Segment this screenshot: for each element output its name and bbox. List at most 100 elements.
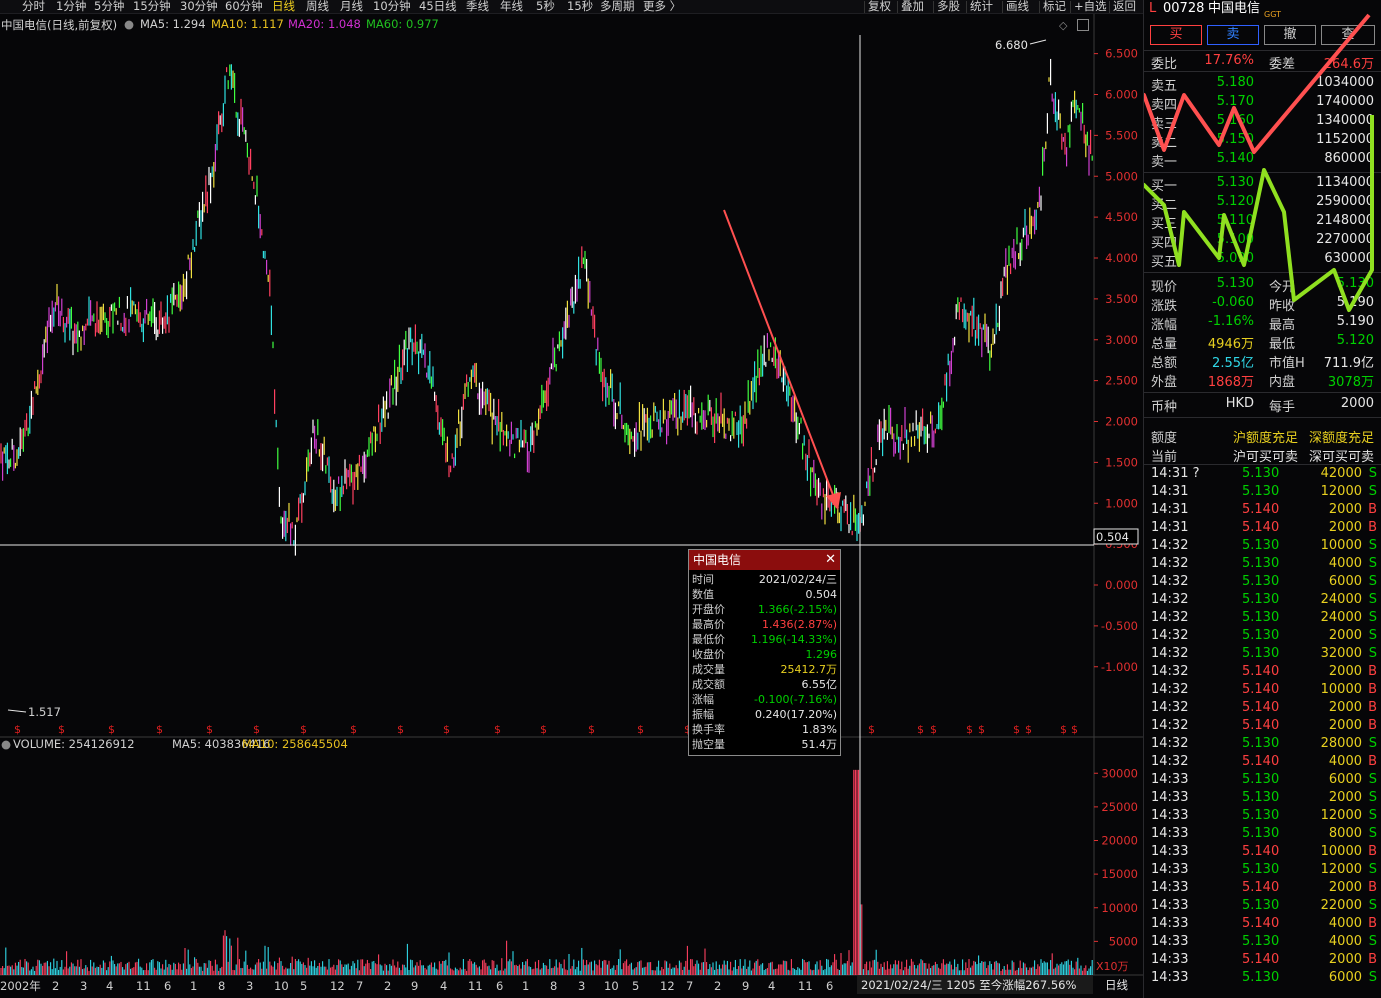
tick-time: 14:32: [1151, 538, 1189, 553]
tick-side: B: [1368, 880, 1377, 895]
tick-row: 14:32 5.130 28000 S: [1144, 735, 1381, 753]
quota-sh: 沪额度充足: [1232, 431, 1298, 446]
bid-price[interactable]: 5.130: [1198, 175, 1254, 190]
quote-title: L 00728 中国电信 GGT: [1144, 0, 1381, 20]
time-tick: 8: [550, 979, 557, 993]
bid-label: 买三: [1151, 217, 1178, 232]
buy-button[interactable]: 买: [1150, 25, 1202, 45]
tick-volume: 2000: [1328, 700, 1362, 715]
trend-arrow[interactable]: [723, 209, 839, 509]
ask-label: 卖五: [1151, 79, 1178, 94]
tick-price: 5.130: [1242, 826, 1280, 841]
tick-volume: 2000: [1328, 502, 1362, 517]
tick-price: 5.130: [1242, 538, 1280, 553]
time-tick: 12: [660, 979, 675, 993]
ratio-value: 17.76%: [1204, 53, 1254, 68]
close-icon[interactable]: ✕: [825, 550, 836, 570]
quota-sz: 深额度充足: [1308, 431, 1374, 446]
tick-time: 14:33: [1151, 916, 1189, 931]
bid-price[interactable]: 5.110: [1198, 213, 1254, 228]
dividend-marker: $: [494, 723, 501, 736]
tick-price: 5.140: [1242, 502, 1280, 517]
tooltip-title: 中国电信: [693, 553, 742, 567]
ask-price[interactable]: 5.160: [1198, 113, 1254, 128]
tick-price: 5.140: [1242, 844, 1280, 859]
tick-side: S: [1368, 610, 1377, 625]
tick-side: B: [1368, 718, 1377, 733]
stat-value: 3078万: [1327, 375, 1374, 390]
tick-price: 5.140: [1242, 754, 1280, 769]
sell-button[interactable]: 卖: [1207, 25, 1259, 45]
tick-price: 5.130: [1242, 772, 1280, 787]
tick-row: 14:32 5.140 10000 B: [1144, 681, 1381, 699]
ask-price[interactable]: 5.140: [1198, 151, 1254, 166]
tick-price: 5.140: [1242, 718, 1280, 733]
tooltip-key: 最高价: [692, 618, 725, 631]
tick-row: 14:33 5.140 10000 B: [1144, 843, 1381, 861]
tooltip-key: 最低价: [692, 633, 725, 646]
currency-value: HKD: [1225, 396, 1254, 411]
tick-price: 5.140: [1242, 520, 1280, 535]
stat-value: 5.190: [1336, 314, 1374, 329]
tick-row: 14:32 5.130 4000 S: [1144, 555, 1381, 573]
tick-row: 14:32 5.140 2000 B: [1144, 717, 1381, 735]
tick-side: S: [1368, 628, 1377, 643]
tooltip-value: 1.366(-2.15%): [758, 603, 837, 616]
price-tick: 3.000: [1105, 333, 1138, 347]
tick-time: 14:32: [1151, 736, 1189, 751]
tick-side: B: [1368, 916, 1377, 931]
dividend-marker: $: [350, 723, 357, 736]
period-label: 日线: [1105, 978, 1128, 992]
volume-tick: 25000: [1101, 800, 1138, 814]
tick-time: 14:32: [1151, 646, 1189, 661]
tick-time: 14:32: [1151, 718, 1189, 733]
cancel-order-button[interactable]: 撤: [1264, 25, 1316, 45]
dividend-marker: $: [206, 723, 213, 736]
tooltip-header: 中国电信 ✕: [689, 550, 840, 570]
time-tick: 12: [330, 979, 345, 993]
bid-price[interactable]: 5.100: [1198, 232, 1254, 247]
ask-price[interactable]: 5.150: [1198, 132, 1254, 147]
tick-volume: 8000: [1328, 826, 1362, 841]
volume-tick: 30000: [1101, 766, 1138, 780]
stat-label: 涨幅: [1151, 318, 1178, 333]
time-tick: 3: [246, 979, 253, 993]
tick-price: 5.130: [1242, 466, 1280, 481]
volume-unit: X10万: [1096, 960, 1129, 973]
bid-price[interactable]: 5.090: [1198, 251, 1254, 266]
ask-volume: 860000: [1324, 151, 1374, 166]
stat-label: 外盘: [1151, 375, 1178, 390]
tick-time: 14:31: [1151, 484, 1189, 499]
volume-settings-icon[interactable]: ●: [1, 737, 11, 751]
tick-row: 14:33 5.130 8000 S: [1144, 825, 1381, 843]
price-tick: 6.500: [1105, 47, 1138, 61]
tick-price: 5.130: [1242, 484, 1280, 499]
tooltip-key: 抛空量: [692, 738, 725, 751]
status-text: 2021/02/24/三 1205 至今涨幅267.56%: [861, 978, 1076, 992]
price-tick: -0.500: [1101, 619, 1138, 633]
tick-row: 14:31 5.140 2000 B: [1144, 501, 1381, 519]
tick-volume: 10000: [1320, 538, 1362, 553]
price-tick: 5.000: [1105, 169, 1138, 183]
kline-chart[interactable]: 6.500 6.000 5.500 5.000 4.500 4.000 3.500 3.000…: [0, 0, 1143, 998]
tooltip-value: 2021/02/24/三: [758, 573, 837, 586]
stat-value: 5.130: [1216, 276, 1254, 291]
ask-price[interactable]: 5.170: [1198, 94, 1254, 109]
tick-side: S: [1368, 826, 1377, 841]
dividend-marker: $: [868, 723, 875, 736]
ask-volume: 1152000: [1316, 132, 1374, 147]
tick-price: 5.130: [1242, 646, 1280, 661]
bid-volume: 2590000: [1316, 194, 1374, 209]
time-tick: 5: [632, 979, 639, 993]
bid-price[interactable]: 5.120: [1198, 194, 1254, 209]
time-tick: 3: [578, 979, 585, 993]
stat-label: 今开: [1269, 280, 1296, 295]
tick-side: B: [1368, 754, 1377, 769]
tooltip-value: 51.4万: [801, 738, 838, 751]
time-tick: 2: [384, 979, 391, 993]
tick-time: 14:33: [1151, 970, 1189, 985]
time-tick: 9: [411, 979, 418, 993]
ask-price[interactable]: 5.180: [1198, 75, 1254, 90]
query-button[interactable]: 查: [1321, 25, 1375, 45]
tick-volume: 4000: [1328, 754, 1362, 769]
